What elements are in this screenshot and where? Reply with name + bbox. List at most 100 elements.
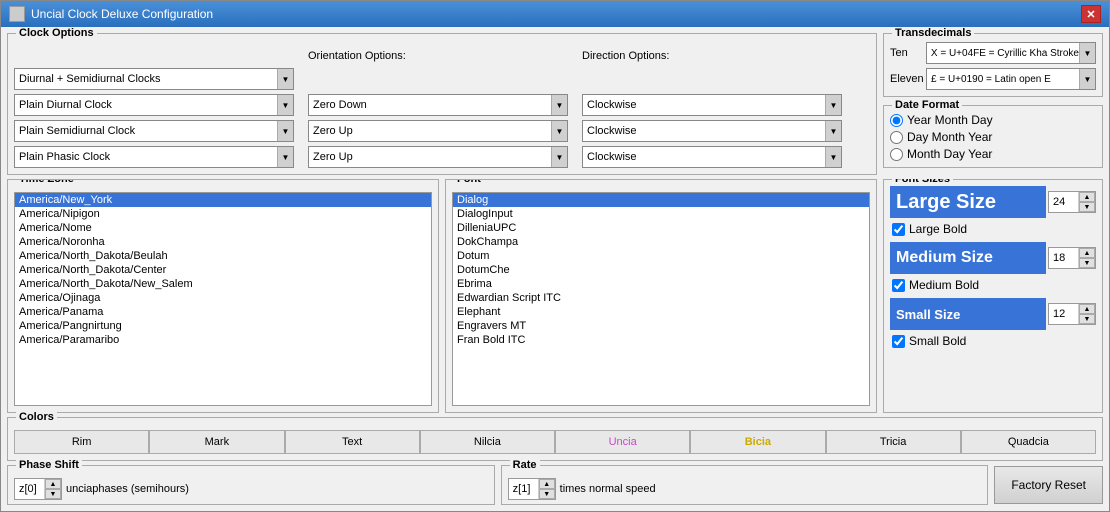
date-format-mdy-radio[interactable]	[890, 148, 903, 161]
large-size-spinner[interactable]: 24 ▲ ▼	[1048, 191, 1096, 213]
color-tab-quadcia[interactable]: Quadcia	[961, 430, 1096, 454]
color-tab-nilcia[interactable]: Nilcia	[420, 430, 555, 454]
font-panel: Font DialogDialogInputDilleniaUPCDokCham…	[445, 179, 877, 413]
color-tab-bicia[interactable]: Bicia	[690, 430, 825, 454]
phase-shift-panel: Phase Shift z[0] ▲ ▼ unciaphases (semiho…	[7, 465, 495, 505]
right-col: Transdecimals Ten X = U+04FE = Cyrillic …	[883, 33, 1103, 175]
font-item[interactable]: Fran Bold ITC	[453, 333, 869, 347]
timezone-item[interactable]: America/Ojinaga	[15, 291, 431, 305]
rate-spinner-up[interactable]: ▲	[539, 479, 555, 489]
phase-spinner-down[interactable]: ▼	[45, 489, 61, 499]
date-format-dmy-label: Day Month Year	[907, 130, 992, 144]
transdecimals-label: Transdecimals	[892, 27, 974, 39]
font-item[interactable]: DialogInput	[453, 207, 869, 221]
clock-dropdown-1[interactable]: Plain Diurnal Clock ▼	[14, 94, 294, 116]
small-bold-row: Small Bold	[892, 334, 1096, 348]
direction-dropdown-arrow-3: ▼	[825, 147, 841, 167]
timezone-listbox[interactable]: America/New_YorkAmerica/NipigonAmerica/N…	[14, 192, 432, 406]
font-item[interactable]: Dialog	[453, 193, 869, 207]
font-item[interactable]: Ebrima	[453, 277, 869, 291]
clock-dropdown-2[interactable]: Plain Semidiurnal Clock ▼	[14, 120, 294, 142]
color-tab-mark[interactable]: Mark	[149, 430, 284, 454]
rate-spinner-down[interactable]: ▼	[539, 489, 555, 499]
rate-spinner[interactable]: z[1] ▲ ▼	[508, 478, 556, 500]
app-icon	[9, 6, 25, 22]
font-item[interactable]: Engravers MT	[453, 319, 869, 333]
date-format-ymd-radio[interactable]	[890, 114, 903, 127]
small-bold-checkbox[interactable]	[892, 335, 905, 348]
timezone-item[interactable]: America/North_Dakota/Beulah	[15, 249, 431, 263]
medium-size-display: Medium Size	[890, 242, 1046, 274]
color-tab-text[interactable]: Text	[285, 430, 420, 454]
font-sizes-label: Font Sizes	[892, 179, 953, 185]
small-size-row: Small Size 12 ▲ ▼	[890, 298, 1096, 330]
colors-label: Colors	[16, 411, 57, 423]
medium-bold-row: Medium Bold	[892, 278, 1096, 292]
phase-shift-spinner[interactable]: z[0] ▲ ▼	[14, 478, 62, 500]
large-size-row: Large Size 24 ▲ ▼	[890, 186, 1096, 218]
ten-row: Ten X = U+04FE = Cyrillic Kha Stroke ▼	[890, 42, 1096, 64]
color-tab-rim[interactable]: Rim	[14, 430, 149, 454]
timezone-panel: Time Zone America/New_YorkAmerica/Nipigo…	[7, 179, 439, 413]
colors-tabs: RimMarkTextNilciaUnciaBiciaTriciaQuadcia	[14, 430, 1096, 454]
eleven-dropdown[interactable]: £ = U+0190 = Latin open E ▼	[926, 68, 1096, 90]
small-size-spinner[interactable]: 12 ▲ ▼	[1048, 303, 1096, 325]
clock-dropdown-3[interactable]: Plain Phasic Clock ▼	[14, 146, 294, 168]
phase-shift-suffix: unciaphases (semihours)	[66, 483, 189, 495]
date-format-mdy: Month Day Year	[890, 147, 1096, 161]
clock-dropdown-0[interactable]: Diurnal + Semidiurnal Clocks ▼	[14, 68, 294, 90]
timezone-item[interactable]: America/North_Dakota/New_Salem	[15, 277, 431, 291]
rate-panel: Rate z[1] ▲ ▼ times normal speed	[501, 465, 989, 505]
color-tab-uncia[interactable]: Uncia	[555, 430, 690, 454]
font-listbox[interactable]: DialogDialogInputDilleniaUPCDokChampaDot…	[452, 192, 870, 406]
font-item[interactable]: DotumChe	[453, 263, 869, 277]
large-bold-row: Large Bold	[892, 222, 1096, 236]
direction-dropdown-arrow-2: ▼	[825, 121, 841, 141]
orientation-dropdown-arrow-1: ▼	[551, 95, 567, 115]
colors-section: Colors RimMarkTextNilciaUnciaBiciaTricia…	[7, 417, 1103, 461]
orientation-col-header: Orientation Options:	[308, 48, 578, 64]
font-item[interactable]: DilleniaUPC	[453, 221, 869, 235]
timezone-item[interactable]: America/Pangnirtung	[15, 319, 431, 333]
medium-spinner-down[interactable]: ▼	[1079, 258, 1095, 268]
font-label: Font	[454, 179, 484, 185]
ten-dropdown[interactable]: X = U+04FE = Cyrillic Kha Stroke ▼	[926, 42, 1096, 64]
medium-size-spinner[interactable]: 18 ▲ ▼	[1048, 247, 1096, 269]
timezone-item[interactable]: America/Paramaribo	[15, 333, 431, 347]
factory-reset-button[interactable]: Factory Reset	[994, 466, 1103, 504]
orientation-placeholder-0	[308, 68, 578, 90]
direction-dropdown-3[interactable]: Clockwise ▼	[582, 146, 842, 168]
font-item[interactable]: Dotum	[453, 249, 869, 263]
medium-size-row: Medium Size 18 ▲ ▼	[890, 242, 1096, 274]
small-spinner-down[interactable]: ▼	[1079, 314, 1095, 324]
orientation-dropdown-1[interactable]: Zero Down ▼	[308, 94, 568, 116]
phase-spinner-up[interactable]: ▲	[45, 479, 61, 489]
date-format-dmy-radio[interactable]	[890, 131, 903, 144]
date-format-mdy-label: Month Day Year	[907, 147, 992, 161]
font-item[interactable]: DokChampa	[453, 235, 869, 249]
color-tab-tricia[interactable]: Tricia	[826, 430, 961, 454]
main-window: Uncial Clock Deluxe Configuration ✕ Cloc…	[0, 0, 1110, 512]
large-spinner-down[interactable]: ▼	[1079, 202, 1095, 212]
orientation-dropdown-2[interactable]: Zero Up ▼	[308, 120, 568, 142]
timezone-item[interactable]: America/Panama	[15, 305, 431, 319]
timezone-item[interactable]: America/North_Dakota/Center	[15, 263, 431, 277]
font-item[interactable]: Elephant	[453, 305, 869, 319]
close-button[interactable]: ✕	[1081, 5, 1101, 23]
small-size-display: Small Size	[890, 298, 1046, 330]
timezone-item[interactable]: America/Nome	[15, 221, 431, 235]
direction-dropdown-2[interactable]: Clockwise ▼	[582, 120, 842, 142]
small-spinner-up[interactable]: ▲	[1079, 304, 1095, 314]
timezone-item[interactable]: America/New_York	[15, 193, 431, 207]
large-spinner-up[interactable]: ▲	[1079, 192, 1095, 202]
timezone-item[interactable]: America/Nipigon	[15, 207, 431, 221]
timezone-item[interactable]: America/Noronha	[15, 235, 431, 249]
rate-input-row: z[1] ▲ ▼ times normal speed	[508, 478, 982, 500]
large-bold-checkbox[interactable]	[892, 223, 905, 236]
clock-options-grid: Orientation Options: Direction Options: …	[14, 48, 870, 168]
font-item[interactable]: Edwardian Script ITC	[453, 291, 869, 305]
orientation-dropdown-3[interactable]: Zero Up ▼	[308, 146, 568, 168]
medium-bold-checkbox[interactable]	[892, 279, 905, 292]
direction-dropdown-1[interactable]: Clockwise ▼	[582, 94, 842, 116]
medium-spinner-up[interactable]: ▲	[1079, 248, 1095, 258]
